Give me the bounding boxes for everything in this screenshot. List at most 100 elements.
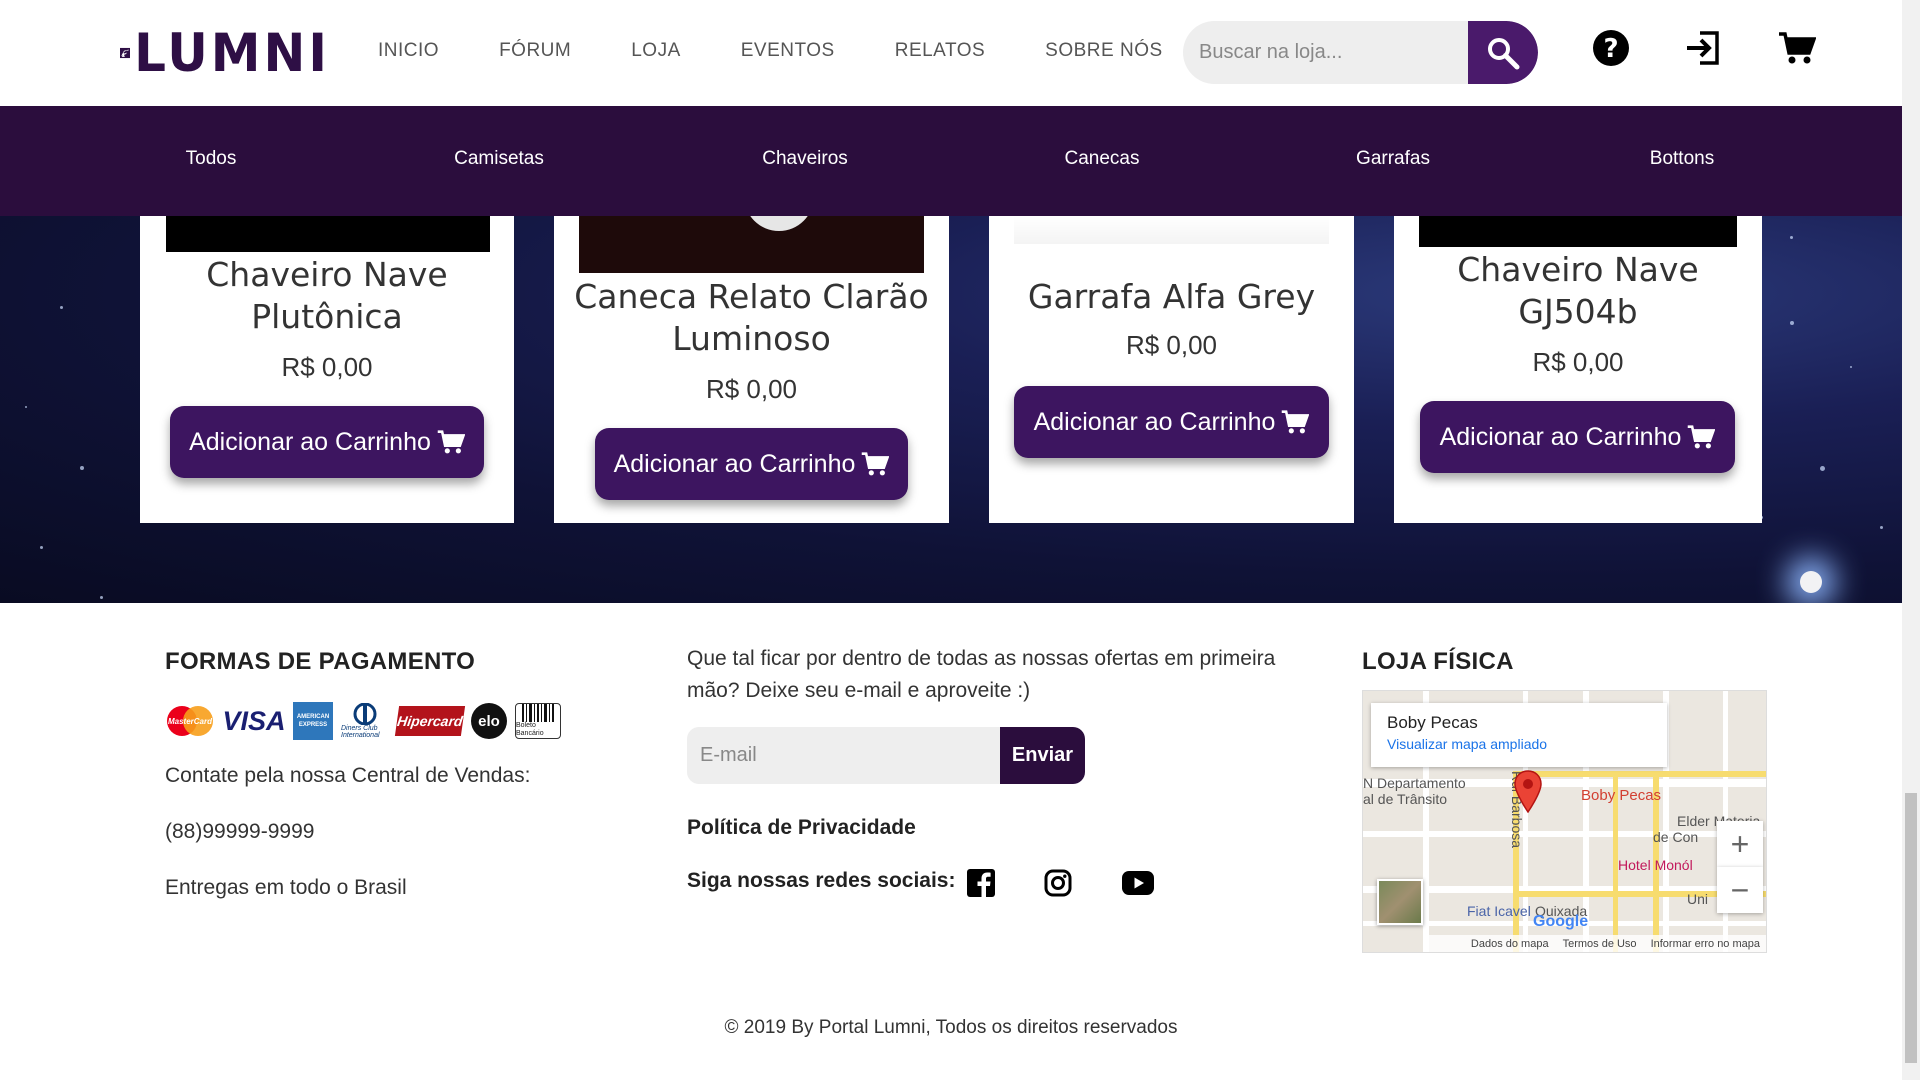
add-to-cart-label: Adicionar ao Carrinho <box>613 449 856 478</box>
amex-logo: AMERICAN EXPRESS <box>293 702 333 740</box>
store-map[interactable]: Boby Pecas Visualizar mapa ampliado N De… <box>1362 690 1767 953</box>
login-button[interactable] <box>1683 28 1723 68</box>
category-canecas[interactable]: Canecas <box>1065 148 1140 170</box>
cart-icon <box>1688 425 1716 449</box>
main-nav: INICIO FÓRUM LOJA EVENTOS RELATOS SOBRE … <box>378 40 1223 62</box>
product-name: Caneca Relato Clarão Luminoso <box>574 277 929 358</box>
logo-text: LUMNI <box>134 22 330 84</box>
product-card: Chaveiro Nave Plutônica R$ 0,00 Adiciona… <box>140 216 514 523</box>
category-chaveiros[interactable]: Chaveiros <box>762 148 848 170</box>
copyright: © 2019 By Portal Lumni, Todos os direito… <box>724 1017 1178 1038</box>
map-label: Fiat Icavel <box>1467 903 1531 919</box>
product-image <box>1014 216 1329 244</box>
map-place-name: Boby Pecas <box>1387 713 1478 732</box>
product-image <box>166 216 490 252</box>
nav-eventos[interactable]: EVENTOS <box>741 40 835 62</box>
product-price: R$ 0,00 <box>705 374 798 404</box>
send-button[interactable]: Enviar <box>1000 727 1085 784</box>
product-name: Garrafa Alfa Grey <box>1027 277 1316 316</box>
map-footer: Dados do mapa Termos de Uso Informar err… <box>1423 935 1766 952</box>
category-todos[interactable]: Todos <box>186 148 237 170</box>
map-label: al de Trânsito <box>1363 791 1448 807</box>
visa-logo: VISA <box>222 705 286 736</box>
instagram-link[interactable] <box>1043 868 1073 898</box>
category-garrafas[interactable]: Garrafas <box>1356 148 1430 170</box>
map-label: Hotel Monól <box>1618 857 1693 873</box>
site-header: LUMNI INICIO FÓRUM LOJA EVENTOS RELATOS … <box>0 0 1902 106</box>
payment-title: FORMAS DE PAGAMENTO <box>165 648 476 675</box>
add-to-cart-label: Adicionar ao Carrinho <box>189 427 431 456</box>
help-icon: ? <box>1593 30 1629 66</box>
cart-button[interactable] <box>1777 28 1817 68</box>
add-to-cart-label: Adicionar ao Carrinho <box>1033 407 1276 436</box>
nav-inicio[interactable]: INICIO <box>378 40 439 62</box>
youtube-icon <box>1122 871 1154 895</box>
contact-label: Contate pela nossa Central de Vendas: <box>165 764 531 787</box>
boleto-logo: Boleto Bancário <box>515 703 561 739</box>
scrollbar-thumb[interactable] <box>1905 793 1917 1063</box>
zoom-in-button[interactable]: + <box>1717 821 1763 867</box>
map-label: N Departamento <box>1363 775 1466 791</box>
nav-relatos[interactable]: RELATOS <box>895 40 985 62</box>
email-field[interactable] <box>687 727 1000 784</box>
nav-forum[interactable]: FÓRUM <box>499 40 571 62</box>
product-image <box>579 216 924 273</box>
physical-store-title: LOJA FÍSICA <box>1362 648 1514 675</box>
category-bar: Todos Camisetas Chaveiros Canecas Garraf… <box>0 106 1902 216</box>
privacy-policy-link[interactable]: Política de Privacidade <box>687 816 916 840</box>
svg-text:MasterCard: MasterCard <box>168 717 213 726</box>
cart-icon <box>437 430 465 454</box>
elo-logo: elo <box>471 703 507 739</box>
page-scrollbar[interactable] <box>1902 0 1920 1080</box>
add-to-cart-button[interactable]: Adicionar ao Carrinho <box>1014 386 1329 458</box>
product-card: Chaveiro Nave GJ504b R$ 0,00 Adicionar a… <box>1394 216 1762 523</box>
satellite-toggle[interactable] <box>1377 879 1423 925</box>
cart-icon <box>1779 32 1816 64</box>
cart-icon <box>862 452 890 476</box>
map-label: Uni <box>1687 891 1709 907</box>
product-price: R$ 0,00 <box>281 352 373 382</box>
help-button[interactable]: ? <box>1591 28 1631 68</box>
search-button[interactable] <box>1468 21 1538 84</box>
map-pin-icon <box>1514 770 1542 813</box>
login-icon <box>1687 31 1719 65</box>
product-image <box>1419 216 1737 247</box>
map-data-link[interactable]: Dados do mapa <box>1471 938 1549 950</box>
product-name: Chaveiro Nave Plutônica <box>206 255 448 336</box>
nav-sobre-nos[interactable]: SOBRE NÓS <box>1045 40 1162 62</box>
phone-number: (88)99999-9999 <box>165 820 315 843</box>
map-label: de Con <box>1653 829 1699 845</box>
newsletter-text: Que tal ficar por dentro de todas as nos… <box>687 647 1276 702</box>
youtube-link[interactable] <box>1121 868 1155 898</box>
google-logo: Google <box>1533 913 1589 930</box>
map-terms-link[interactable]: Termos de Uso <box>1563 938 1637 950</box>
zoom-out-button[interactable]: − <box>1717 867 1763 913</box>
facebook-icon <box>967 869 995 897</box>
delivery-info: Entregas em todo o Brasil <box>165 876 407 899</box>
svg-text:?: ? <box>1603 34 1618 64</box>
product-price: R$ 0,00 <box>1532 347 1624 377</box>
payment-methods: MasterCard VISA AMERICAN EXPRESS Diners … <box>165 702 561 740</box>
ufo-logo-icon <box>120 47 131 59</box>
add-to-cart-button[interactable]: Adicionar ao Carrinho <box>170 406 484 478</box>
mastercard-logo: MasterCard <box>165 703 215 739</box>
category-camisetas[interactable]: Camisetas <box>454 148 544 170</box>
search-icon <box>1488 37 1520 69</box>
nav-loja[interactable]: LOJA <box>631 40 681 62</box>
hipercard-logo: Hipercard <box>394 706 466 736</box>
lumni-logo[interactable]: LUMNI <box>120 26 330 80</box>
cart-icon <box>1282 410 1310 434</box>
search-input[interactable] <box>1183 21 1469 84</box>
view-larger-map-link[interactable]: Visualizar mapa ampliado <box>1387 736 1667 752</box>
store-search <box>1183 21 1538 84</box>
add-to-cart-button[interactable]: Adicionar ao Carrinho <box>1420 401 1735 473</box>
map-report-link[interactable]: Informar erro no mapa <box>1651 938 1760 950</box>
category-bottons[interactable]: Bottons <box>1650 148 1714 170</box>
facebook-link[interactable] <box>966 868 996 898</box>
product-card: Garrafa Alfa Grey R$ 0,00 Adicionar ao C… <box>989 216 1354 523</box>
product-name: Chaveiro Nave GJ504b <box>1457 250 1699 331</box>
add-to-cart-button[interactable]: Adicionar ao Carrinho <box>595 428 908 500</box>
map-pin-label: Boby Pecas <box>1581 787 1662 804</box>
diners-logo: Diners Club International <box>341 703 389 739</box>
instagram-icon <box>1044 869 1072 897</box>
